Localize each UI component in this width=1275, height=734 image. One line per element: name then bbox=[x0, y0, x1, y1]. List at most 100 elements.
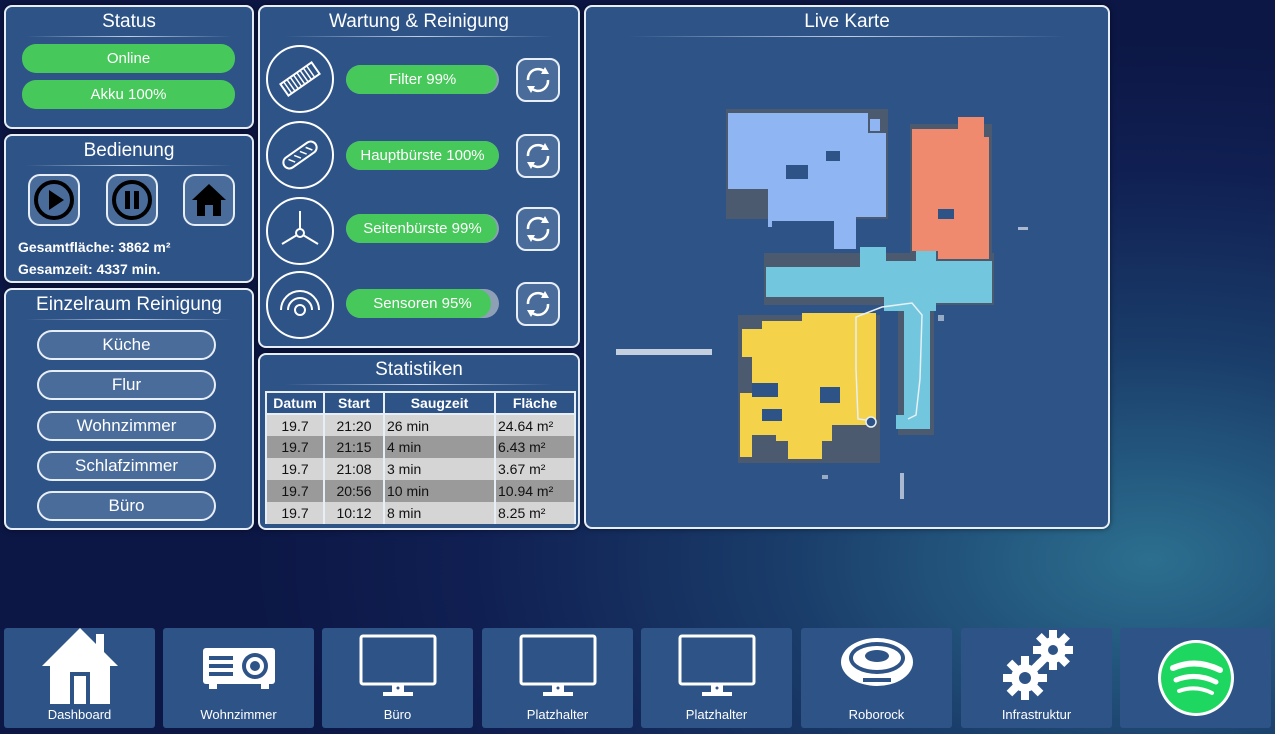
table-cell: 8 min bbox=[383, 502, 496, 524]
maintenance-panel: Wartung & Reinigung Filter 99% Hauptbürs… bbox=[258, 5, 580, 348]
floor-map[interactable] bbox=[586, 39, 1108, 527]
battery-badge: Akku 100% bbox=[22, 80, 235, 109]
table-row: 19.7 21:08 3 min 3.67 m² bbox=[265, 458, 576, 480]
table-cell: 19.7 bbox=[265, 502, 325, 524]
table-row: 19.7 10:12 8 min 8.25 m² bbox=[265, 502, 576, 524]
monitor-icon bbox=[641, 634, 792, 698]
table-row: 19.7 21:20 26 min 24.64 m² bbox=[265, 414, 576, 436]
online-badge: Online bbox=[22, 44, 235, 73]
nav-tile-roborock[interactable]: Roborock bbox=[801, 628, 952, 728]
table-cell: 21:08 bbox=[323, 458, 385, 480]
control-panel: Bedienung Gesamtfläche: 3862 m² Gesamzei… bbox=[4, 134, 254, 283]
table-cell: 19.7 bbox=[265, 458, 325, 480]
table-cell: 20:56 bbox=[323, 480, 385, 502]
column-header: Fläche bbox=[494, 391, 576, 415]
sensor-label: Sensoren 95% bbox=[373, 295, 472, 312]
table-cell: 19.7 bbox=[265, 436, 325, 458]
filter-progress: Filter 99% bbox=[346, 65, 499, 94]
room-cleaning-title: Einzelraum Reinigung bbox=[6, 290, 252, 320]
nav-tile-spotify[interactable] bbox=[1120, 628, 1271, 728]
monitor-icon bbox=[482, 634, 633, 698]
sensor-reset-button[interactable] bbox=[516, 282, 560, 326]
table-row: 19.7 20:56 10 min 10.94 m² bbox=[265, 480, 576, 502]
robot-vacuum-icon bbox=[801, 634, 952, 694]
nav-tile-office[interactable]: Büro bbox=[322, 628, 473, 728]
table-cell: 3.67 m² bbox=[494, 458, 576, 480]
nav-label: Infrastruktur bbox=[1001, 707, 1072, 722]
table-cell: 8.25 m² bbox=[494, 502, 576, 524]
projector-icon bbox=[163, 644, 314, 690]
statistics-table: Datum Start Saugzeit Fläche 19.7 21:20 2… bbox=[265, 391, 576, 524]
table-cell: 10.94 m² bbox=[494, 480, 576, 502]
live-map-title: Live Karte bbox=[586, 7, 1108, 37]
reset-icon bbox=[526, 216, 550, 242]
room-button-office[interactable]: Büro bbox=[37, 491, 216, 521]
table-header-row: Datum Start Saugzeit Fläche bbox=[265, 391, 576, 415]
table-cell: 10 min bbox=[383, 480, 496, 502]
table-cell: 26 min bbox=[383, 414, 496, 436]
status-panel: Status Online Akku 100% bbox=[4, 5, 254, 129]
reset-icon bbox=[526, 67, 550, 93]
house-icon bbox=[4, 628, 155, 704]
nav-tile-infrastructure[interactable]: Infrastruktur bbox=[961, 628, 1112, 728]
status-title: Status bbox=[6, 7, 252, 37]
nav-label: Platzhalter bbox=[526, 707, 589, 722]
table-cell: 10:12 bbox=[323, 502, 385, 524]
filter-reset-button[interactable] bbox=[516, 58, 560, 102]
main-brush-icon bbox=[266, 121, 334, 189]
nav-label: Wohnzimmer bbox=[200, 707, 277, 722]
total-area: Gesamtfläche: 3862 m² bbox=[18, 239, 171, 255]
room-button-living-room[interactable]: Wohnzimmer bbox=[37, 411, 216, 441]
room-cleaning-panel: Einzelraum Reinigung Küche Flur Wohnzimm… bbox=[4, 288, 254, 530]
main-brush-reset-button[interactable] bbox=[516, 134, 560, 178]
nav-label: Roborock bbox=[848, 707, 905, 722]
reset-icon bbox=[526, 143, 550, 169]
table-row: 19.7 21:15 4 min 6.43 m² bbox=[265, 436, 576, 458]
side-brush-icon bbox=[266, 197, 334, 265]
total-time: Gesamzeit: 4337 min. bbox=[18, 261, 161, 277]
main-brush-progress: Hauptbürste 100% bbox=[346, 141, 499, 170]
gears-icon bbox=[961, 628, 1112, 702]
pause-button[interactable] bbox=[106, 174, 158, 226]
home-button[interactable] bbox=[183, 174, 235, 226]
column-header: Datum bbox=[265, 391, 325, 415]
table-cell: 19.7 bbox=[265, 480, 325, 502]
reset-icon bbox=[526, 291, 550, 317]
home-icon bbox=[192, 184, 226, 216]
control-title: Bedienung bbox=[6, 136, 252, 166]
sensor-progress: Sensoren 95% bbox=[346, 289, 499, 318]
nav-tile-dashboard[interactable]: Dashboard bbox=[4, 628, 155, 728]
main-brush-label: Hauptbürste 100% bbox=[360, 147, 485, 164]
table-cell: 21:20 bbox=[323, 414, 385, 436]
filter-icon bbox=[266, 45, 334, 113]
room-button-hallway[interactable]: Flur bbox=[37, 370, 216, 400]
statistics-panel: Statistiken Datum Start Saugzeit Fläche … bbox=[258, 353, 580, 530]
monitor-icon bbox=[322, 634, 473, 698]
table-cell: 3 min bbox=[383, 458, 496, 480]
side-brush-label: Seitenbürste 99% bbox=[363, 220, 482, 237]
side-brush-reset-button[interactable] bbox=[516, 207, 560, 251]
table-cell: 21:15 bbox=[323, 436, 385, 458]
table-cell: 19.7 bbox=[265, 414, 325, 436]
table-cell: 4 min bbox=[383, 436, 496, 458]
column-header: Start bbox=[323, 391, 385, 415]
table-cell: 6.43 m² bbox=[494, 436, 576, 458]
table-cell: 24.64 m² bbox=[494, 414, 576, 436]
spotify-icon bbox=[1120, 638, 1271, 718]
play-icon bbox=[34, 180, 74, 220]
filter-label: Filter 99% bbox=[388, 71, 457, 88]
nav-label: Platzhalter bbox=[685, 707, 748, 722]
column-header: Saugzeit bbox=[383, 391, 496, 415]
nav-tile-placeholder-1[interactable]: Platzhalter bbox=[482, 628, 633, 728]
nav-label: Dashboard bbox=[47, 707, 112, 722]
side-brush-progress: Seitenbürste 99% bbox=[346, 214, 499, 243]
statistics-title: Statistiken bbox=[260, 355, 578, 385]
sensor-icon bbox=[266, 271, 334, 339]
room-button-bedroom[interactable]: Schlafzimmer bbox=[37, 451, 216, 481]
room-button-kitchen[interactable]: Küche bbox=[37, 330, 216, 360]
play-button[interactable] bbox=[28, 174, 80, 226]
nav-tile-living-room[interactable]: Wohnzimmer bbox=[163, 628, 314, 728]
pause-icon bbox=[112, 180, 152, 220]
nav-tile-placeholder-2[interactable]: Platzhalter bbox=[641, 628, 792, 728]
nav-label: Büro bbox=[383, 707, 412, 722]
